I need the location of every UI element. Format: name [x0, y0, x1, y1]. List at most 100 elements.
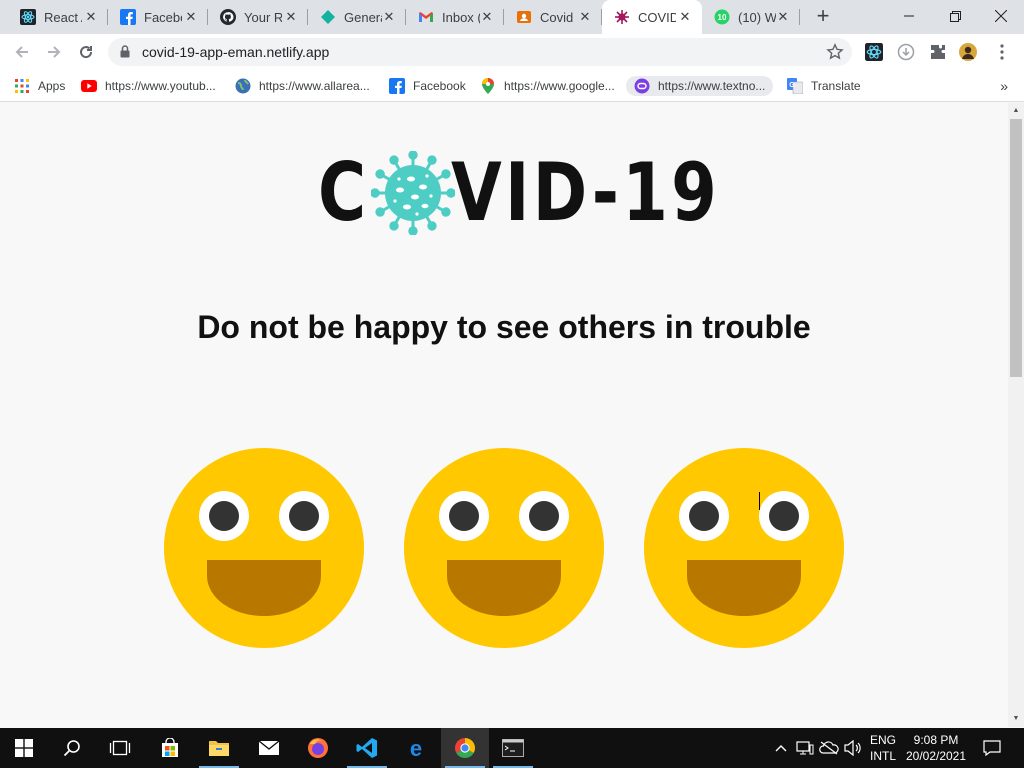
arrow-left-icon	[15, 46, 28, 58]
smiley-face	[164, 448, 364, 648]
download-icon[interactable]	[897, 43, 915, 61]
tab-title: Inbox (	[442, 9, 480, 25]
browser-toolbar: covid-19-app-eman.netlify.app	[0, 34, 1024, 70]
tab-whatsapp[interactable]: 10 (10) W ✕	[702, 0, 800, 34]
bookmark-apps[interactable]: Apps	[14, 76, 65, 96]
volume-icon[interactable]	[842, 728, 864, 768]
terminal-icon	[502, 739, 524, 757]
react-devtools-icon[interactable]	[865, 43, 883, 61]
youtube-icon	[81, 78, 97, 94]
extensions-icon[interactable]	[929, 43, 947, 61]
start-button[interactable]	[0, 728, 48, 768]
smiley-face	[644, 448, 844, 648]
bookmarks-overflow-button[interactable]: »	[1000, 78, 1008, 94]
taskbar-edge[interactable]: e	[392, 728, 440, 768]
bookmark-google[interactable]: https://www.google...	[480, 76, 615, 96]
language-indicator[interactable]: ENG INTL	[866, 732, 900, 764]
close-icon[interactable]: ✕	[776, 10, 790, 24]
taskbar-mail[interactable]	[245, 728, 293, 768]
windows-taskbar: e ENG INTL 9:08 PM 20/02/2021	[0, 728, 1024, 768]
tab-generator[interactable]: Genera ✕	[308, 0, 406, 34]
profile-avatar-icon[interactable]	[959, 43, 977, 61]
page-scrollbar[interactable]: ▲ ▼	[1008, 103, 1024, 727]
tab-facebook[interactable]: Facebo ✕	[108, 0, 208, 34]
minimize-button[interactable]	[886, 0, 932, 32]
covid-logo: C VID-19	[318, 146, 779, 239]
tab-react[interactable]: React A ✕	[8, 0, 108, 34]
scrollbar-thumb[interactable]	[1010, 119, 1022, 377]
close-icon[interactable]: ✕	[84, 10, 98, 24]
bookmark-allarea[interactable]: https://www.allarea...	[235, 76, 370, 96]
svg-text:G: G	[789, 82, 795, 89]
lock-icon[interactable]	[120, 45, 130, 63]
diamond-icon	[320, 9, 336, 25]
facebook-icon	[120, 9, 136, 25]
reload-icon	[80, 46, 93, 59]
translate-icon: G	[787, 78, 803, 94]
bookmark-label: https://www.allarea...	[259, 79, 370, 93]
system-clock[interactable]: 9:08 PM 20/02/2021	[900, 732, 972, 764]
bookmark-label: https://www.google...	[504, 79, 615, 93]
taskbar-vscode[interactable]	[343, 728, 391, 768]
bookmark-translate[interactable]: G Translate	[787, 76, 861, 96]
reload-button[interactable]	[74, 40, 98, 64]
close-icon[interactable]: ✕	[480, 10, 494, 24]
windows-start-icon	[15, 739, 33, 757]
tab-title: Covid	[540, 9, 574, 25]
close-icon[interactable]: ✕	[284, 10, 298, 24]
bookmark-label: Facebook	[413, 79, 466, 93]
restore-icon	[949, 10, 961, 22]
restore-button[interactable]	[932, 0, 978, 32]
minimize-icon	[904, 15, 914, 17]
tab-title: React A	[44, 9, 82, 25]
logo-letter-c: C	[318, 146, 370, 239]
mail-icon	[258, 740, 280, 755]
notifications-icon[interactable]	[980, 728, 1004, 768]
tab-covid-contacts[interactable]: Covid ✕	[504, 0, 602, 34]
close-window-button[interactable]	[978, 0, 1024, 32]
tab-title: Genera	[344, 9, 382, 25]
more-menu-icon[interactable]	[993, 43, 1011, 61]
tab-inbox[interactable]: Inbox ( ✕	[406, 0, 504, 34]
close-icon[interactable]: ✕	[678, 10, 692, 24]
close-icon[interactable]: ✕	[578, 10, 592, 24]
text-cursor	[759, 492, 760, 510]
virus-icon	[614, 9, 630, 25]
maps-pin-icon	[480, 78, 496, 94]
close-icon[interactable]: ✕	[184, 10, 198, 24]
svg-text:e: e	[410, 737, 422, 759]
clock-time: 9:08 PM	[913, 733, 959, 747]
back-button[interactable]	[10, 40, 34, 64]
onedrive-offline-icon[interactable]	[818, 728, 840, 768]
taskbar-firefox[interactable]	[294, 728, 342, 768]
file-explorer-icon	[209, 741, 229, 756]
search-button[interactable]	[48, 728, 96, 768]
network-icon[interactable]	[794, 728, 816, 768]
tab-title: Your R	[244, 9, 282, 25]
bookmark-youtube[interactable]: https://www.youtub...	[81, 76, 216, 96]
bookmark-textnow[interactable]: https://www.textno...	[626, 76, 774, 96]
tab-title: COVID	[638, 9, 676, 25]
forward-button[interactable]	[42, 40, 66, 64]
taskbar-chrome[interactable]	[441, 728, 489, 768]
taskbar-store[interactable]	[146, 728, 194, 768]
clock-date: 20/02/2021	[905, 749, 967, 763]
address-bar[interactable]: covid-19-app-eman.netlify.app	[108, 38, 852, 66]
bookmark-star-icon[interactable]	[826, 43, 844, 66]
chrome-icon	[455, 738, 475, 758]
new-tab-button[interactable]: +	[812, 5, 834, 28]
tab-github[interactable]: Your R ✕	[208, 0, 308, 34]
page-headline: Do not be happy to see others in trouble	[197, 309, 811, 345]
react-icon	[20, 9, 36, 25]
tab-covid-active[interactable]: COVID ✕	[602, 0, 702, 34]
scroll-up-arrow-icon[interactable]: ▲	[1012, 107, 1020, 115]
close-icon[interactable]: ✕	[382, 10, 396, 24]
tray-chevron-up-icon[interactable]	[772, 728, 790, 768]
task-view-button[interactable]	[96, 728, 144, 768]
taskbar-file-explorer[interactable]	[195, 728, 243, 768]
bookmark-facebook[interactable]: Facebook	[389, 76, 466, 96]
bookmark-label: Translate	[811, 79, 861, 93]
taskbar-terminal[interactable]	[489, 728, 537, 768]
whatsapp-icon: 10	[714, 9, 730, 25]
scroll-down-arrow-icon[interactable]: ▼	[1012, 715, 1020, 723]
